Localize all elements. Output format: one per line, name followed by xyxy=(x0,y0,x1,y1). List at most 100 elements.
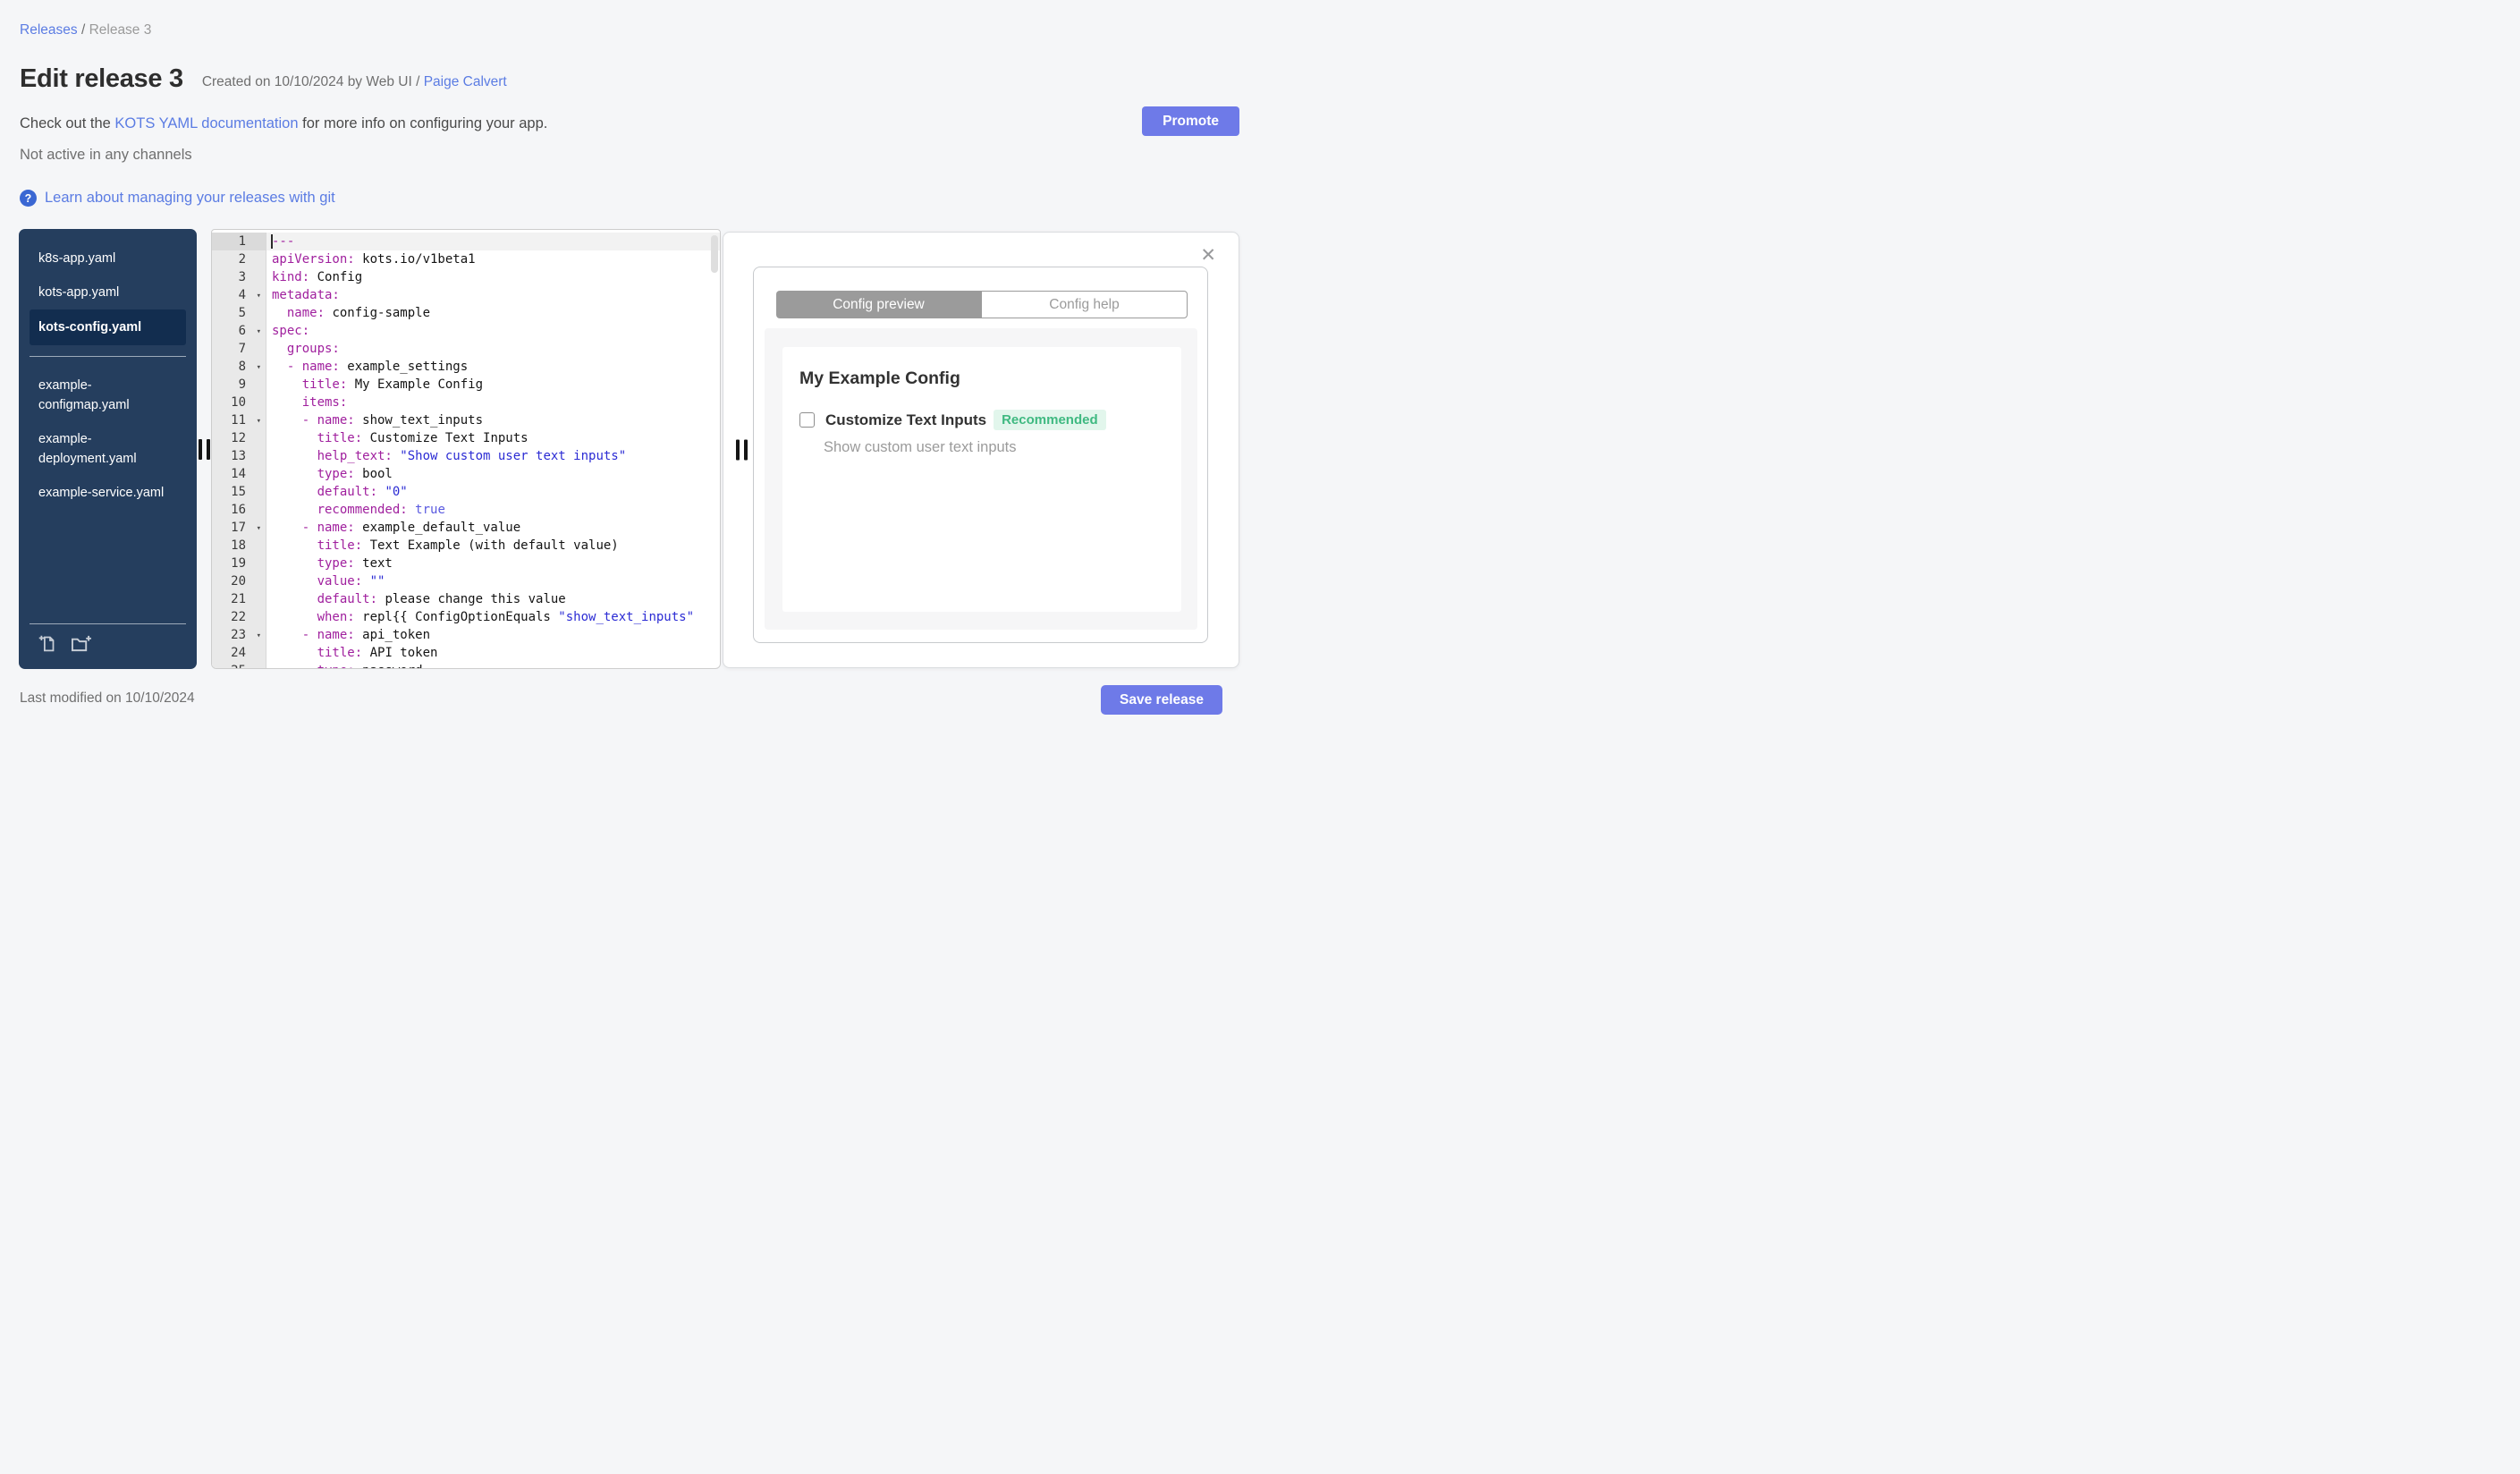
line-number: 14 xyxy=(212,465,266,483)
tab-config-help[interactable]: Config help xyxy=(981,291,1188,318)
line-number: 25 xyxy=(212,662,266,668)
editor-line[interactable]: 22 when: repl{{ ConfigOptionEquals "show… xyxy=(212,608,720,626)
breadcrumb-current: Release 3 xyxy=(89,22,152,38)
line-number: 1 xyxy=(212,233,266,250)
line-number: 9 xyxy=(212,376,266,394)
add-folder-icon[interactable] xyxy=(70,634,92,657)
editor-line[interactable]: 2 apiVersion: kots.io/v1beta1 xyxy=(212,250,720,268)
editor-line[interactable]: 7 groups: xyxy=(212,340,720,358)
line-number: 21 xyxy=(212,590,266,608)
editor-line[interactable]: 8 ▾ - name: example_settings xyxy=(212,358,720,376)
line-number: 23 ▾ xyxy=(212,626,266,644)
editor-line[interactable]: 5 name: config-sample xyxy=(212,304,720,322)
sidebar-file-item[interactable]: k8s-app.yaml xyxy=(30,241,186,275)
line-number: 11 ▾ xyxy=(212,411,266,429)
editor-line[interactable]: 10 items: xyxy=(212,394,720,411)
promote-button[interactable]: Promote xyxy=(1142,106,1239,136)
editor-line[interactable]: 9 title: My Example Config xyxy=(212,376,720,394)
fold-toggle-icon[interactable]: ▾ xyxy=(257,520,261,538)
last-modified: Last modified on 10/10/2024 xyxy=(20,690,195,706)
editor-line[interactable]: 12 title: Customize Text Inputs xyxy=(212,429,720,447)
add-file-icon[interactable] xyxy=(38,634,56,657)
channel-status: Not active in any channels xyxy=(20,147,192,163)
editor-line[interactable]: 19 type: text xyxy=(212,555,720,572)
line-number: 17 ▾ xyxy=(212,519,266,537)
yaml-editor[interactable]: 1 --- 2 apiVersion: kots.io/v1beta1 3 kind: C… xyxy=(211,229,721,669)
save-release-button[interactable]: Save release xyxy=(1101,685,1222,715)
line-number: 12 xyxy=(212,429,266,447)
fold-toggle-icon[interactable]: ▾ xyxy=(257,359,261,377)
editor-line[interactable]: 16 recommended: true xyxy=(212,501,720,519)
editor-line[interactable]: 15 default: "0" xyxy=(212,483,720,501)
recommended-badge: Recommended xyxy=(994,410,1106,430)
editor-line[interactable]: 23 ▾ - name: api_token xyxy=(212,626,720,644)
release-editor-page: Releases / Release 3 Edit release 3 Crea… xyxy=(0,0,1260,737)
line-number: 10 xyxy=(212,394,266,411)
line-number: 22 xyxy=(212,608,266,626)
line-number: 20 xyxy=(212,572,266,590)
fold-toggle-icon[interactable]: ▾ xyxy=(257,627,261,645)
customize-text-inputs-checkbox[interactable] xyxy=(799,412,815,428)
editor-scrollbar-thumb[interactable] xyxy=(711,235,718,273)
line-number: 8 ▾ xyxy=(212,358,266,376)
editor-line[interactable]: 3 kind: Config xyxy=(212,268,720,286)
config-preview-panel: ✕ Config preview Config help My Example … xyxy=(723,232,1239,668)
main-row: k8s-app.yaml kots-app.yaml kots-config.yam… xyxy=(19,229,1239,669)
editor-line[interactable]: 25 type: password xyxy=(212,662,720,668)
editor-line[interactable]: 13 help_text: "Show custom user text inp… xyxy=(212,447,720,465)
line-number: 19 xyxy=(212,555,266,572)
line-number: 6 ▾ xyxy=(212,322,266,340)
git-help-link[interactable]: Learn about managing your releases with … xyxy=(45,190,335,207)
sidebar-file-item[interactable]: kots-config.yaml xyxy=(30,309,186,345)
editor-line[interactable]: 24 title: API token xyxy=(212,644,720,662)
sidebar-divider xyxy=(30,356,186,357)
kots-docs-link[interactable]: KOTS YAML documentation xyxy=(114,115,298,131)
editor-resize-handle[interactable] xyxy=(736,439,748,461)
editor-line[interactable]: 18 title: Text Example (with default val… xyxy=(212,537,720,555)
fold-toggle-icon[interactable]: ▾ xyxy=(257,287,261,305)
sidebar-file-item[interactable]: example-deployment.yaml xyxy=(30,422,186,476)
editor-line[interactable]: 11 ▾ - name: show_text_inputs xyxy=(212,411,720,429)
line-number: 16 xyxy=(212,501,266,519)
file-sidebar: k8s-app.yaml kots-app.yaml kots-config.yam… xyxy=(19,229,197,669)
breadcrumb-releases-link[interactable]: Releases xyxy=(20,22,78,38)
editor-line[interactable]: 17 ▾ - name: example_default_value xyxy=(212,519,720,537)
fold-toggle-icon[interactable]: ▾ xyxy=(257,323,261,341)
editor-line[interactable]: 20 value: "" xyxy=(212,572,720,590)
sidebar-file-item[interactable]: example-configmap.yaml xyxy=(30,368,186,422)
sidebar-file-item[interactable]: example-service.yaml xyxy=(30,476,186,510)
question-mark-icon: ? xyxy=(20,190,37,207)
line-number: 13 xyxy=(212,447,266,465)
git-help-row[interactable]: ? Learn about managing your releases wit… xyxy=(20,190,335,207)
sidebar-file-item[interactable]: kots-app.yaml xyxy=(30,275,186,309)
breadcrumb: Releases / Release 3 xyxy=(20,22,151,38)
preview-area: My Example Config Customize Text Inputs … xyxy=(765,328,1197,630)
close-icon[interactable]: ✕ xyxy=(1195,245,1222,266)
sidebar-resize-handle[interactable] xyxy=(198,438,210,460)
editor-line[interactable]: 4 ▾ metadata: xyxy=(212,286,720,304)
created-by-link[interactable]: Paige Calvert xyxy=(424,74,507,89)
line-number: 24 xyxy=(212,644,266,662)
config-card: My Example Config Customize Text Inputs … xyxy=(782,347,1181,612)
line-number: 5 xyxy=(212,304,266,322)
fold-toggle-icon[interactable]: ▾ xyxy=(257,412,261,430)
sidebar-footer xyxy=(19,623,197,669)
line-number: 4 ▾ xyxy=(212,286,266,304)
page-title: Edit release 3 xyxy=(20,64,183,93)
sidebar-footer-divider xyxy=(30,623,186,624)
config-item-help: Show custom user text inputs xyxy=(824,439,1017,455)
editor-line[interactable]: 1 --- xyxy=(212,233,720,250)
editor-line[interactable]: 21 default: please change this value xyxy=(212,590,720,608)
line-number: 3 xyxy=(212,268,266,286)
editor-line[interactable]: 14 type: bool xyxy=(212,465,720,483)
preview-tabs: Config preview Config help xyxy=(776,291,1188,318)
line-number: 2 xyxy=(212,250,266,268)
tab-config-preview[interactable]: Config preview xyxy=(776,291,981,318)
editor-line[interactable]: 6 ▾ spec: xyxy=(212,322,720,340)
breadcrumb-divider: / xyxy=(80,22,86,38)
config-group-title: My Example Config xyxy=(799,368,960,388)
created-info: Created on 10/10/2024 by Web UI / Paige … xyxy=(201,73,507,89)
file-group-examples: example-configmap.yaml example-deployment… xyxy=(19,357,197,510)
config-item-label: Customize Text Inputs xyxy=(825,411,987,428)
docs-hint: Check out the KOTS YAML documentation fo… xyxy=(20,115,548,131)
